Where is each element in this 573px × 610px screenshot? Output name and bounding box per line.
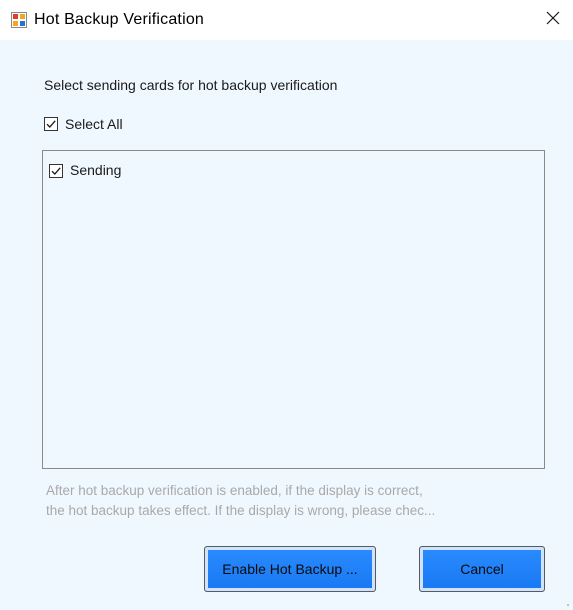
sending-cards-list[interactable]: Sending: [42, 150, 545, 469]
sending-checkbox-box[interactable]: [49, 164, 63, 178]
list-item[interactable]: Sending: [49, 161, 121, 179]
info-line-1: After hot backup verification is enabled…: [46, 483, 423, 498]
instruction-text: Select sending cards for hot backup veri…: [44, 77, 338, 93]
hot-backup-verification-dialog: Hot Backup Verification Select sending c…: [0, 0, 573, 610]
close-icon: [546, 11, 560, 30]
select-all-label: Select All: [65, 116, 123, 132]
resize-grip[interactable]: [567, 604, 569, 606]
dialog-client-area: Select sending cards for hot backup veri…: [0, 40, 573, 610]
enable-hot-backup-button[interactable]: Enable Hot Backup ...: [204, 546, 376, 592]
select-all-checkbox-box[interactable]: [44, 117, 58, 131]
title-bar[interactable]: Hot Backup Verification: [0, 0, 573, 40]
sending-label: Sending: [70, 162, 122, 178]
select-all-checkbox[interactable]: Select All: [44, 115, 123, 133]
checkmark-icon: [46, 120, 56, 128]
info-line-2: the hot backup takes effect. If the disp…: [46, 503, 436, 518]
info-text: After hot backup verification is enabled…: [46, 481, 546, 521]
window-title: Hot Backup Verification: [34, 11, 205, 28]
close-button[interactable]: [533, 0, 573, 40]
checkmark-icon: [51, 167, 61, 175]
cancel-button[interactable]: Cancel: [419, 546, 545, 592]
app-window-icon: [11, 12, 27, 28]
